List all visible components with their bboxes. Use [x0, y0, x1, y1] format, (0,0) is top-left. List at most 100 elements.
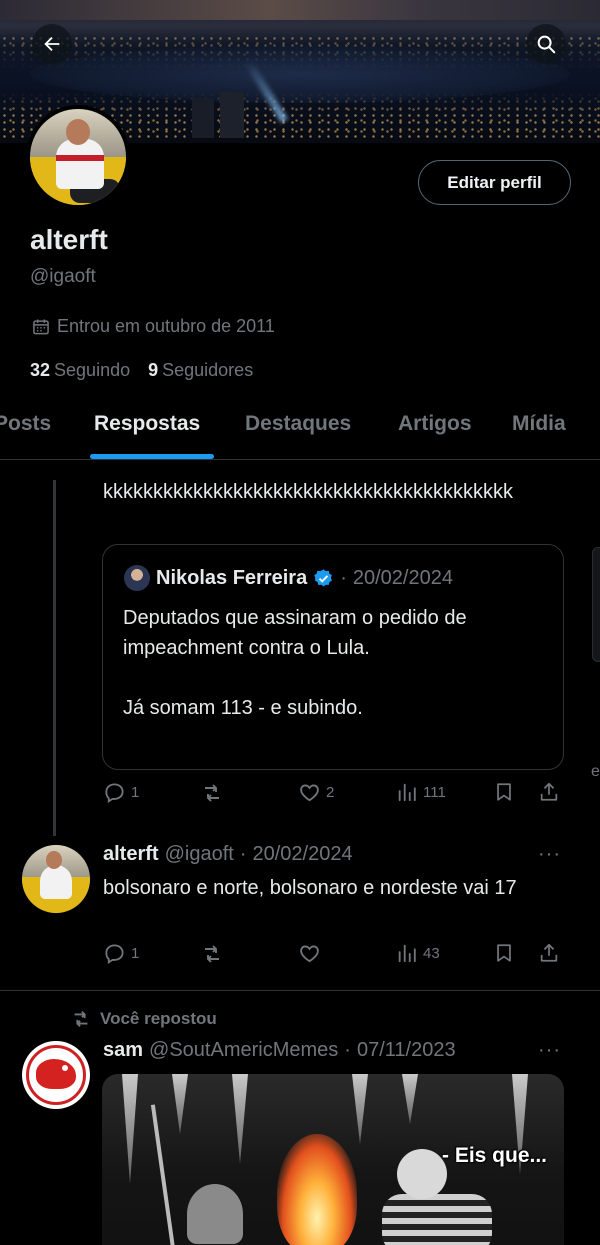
reply-count: 1 [131, 945, 140, 962]
avatar-dinosaur [36, 1059, 76, 1089]
tweet-date[interactable]: 07/11/2023 [357, 1039, 456, 1062]
like-button[interactable]: 2 [298, 781, 334, 804]
tweet-actions: 1 43 [103, 942, 563, 972]
share-button[interactable] [538, 942, 560, 964]
quoted-author-avatar [124, 565, 150, 591]
quoted-date: 20/02/2024 [352, 566, 453, 589]
views-count: 43 [423, 944, 440, 962]
media-knight [187, 1184, 243, 1244]
views-chart-icon [398, 944, 416, 963]
tab-destaques[interactable]: Destaques [245, 412, 351, 436]
repost-icon [74, 1011, 88, 1027]
tweet-separator: · [239, 843, 247, 865]
repost-icon [205, 784, 219, 802]
tweet-date[interactable]: 20/02/2024 [252, 843, 352, 866]
tweet-author-name[interactable]: sam [103, 1039, 143, 1062]
quoted-tweet-text: Deputados que assinaram o pedido de impe… [123, 603, 543, 753]
media-stalactite [172, 1074, 188, 1134]
adjacent-panel-text: e [591, 763, 600, 780]
edit-profile-button[interactable]: Editar perfil [418, 160, 571, 205]
following-link[interactable]: 32 Seguindo [30, 360, 130, 381]
repost-icon [205, 945, 219, 963]
share-icon [540, 782, 558, 801]
tab-artigos[interactable]: Artigos [398, 412, 472, 436]
more-options-icon[interactable]: ··· [538, 843, 561, 866]
follow-stats: 32 Seguindo 9 Seguidores [30, 360, 253, 381]
more-options-icon[interactable]: ··· [538, 1039, 561, 1062]
tweet-author-avatar[interactable] [22, 1041, 90, 1109]
bookmark-icon [497, 783, 511, 801]
adjacent-panel-edge [592, 547, 600, 662]
tab-midia[interactable]: Mídia [512, 412, 566, 436]
quoted-separator: · [340, 566, 347, 589]
share-icon [540, 943, 558, 962]
quoted-paragraph: Já somam 113 - e subindo. [123, 697, 363, 719]
media-caption: - Eis que... [442, 1144, 548, 1167]
following-label: Seguindo [54, 360, 131, 380]
repost-button[interactable] [200, 781, 229, 805]
profile-tabs: Posts Respostas Destaques Artigos Mídia [0, 400, 600, 460]
tweet-author-avatar[interactable] [22, 845, 90, 913]
avatar-shirt [56, 139, 104, 189]
followers-label: Seguidores [162, 360, 254, 380]
reply-button[interactable]: 1 [103, 942, 139, 965]
joined-date: Entrou em outubro de 2011 [31, 316, 275, 337]
media-stalactite [402, 1074, 418, 1124]
quoted-tweet[interactable]: Nikolas Ferreira · 20/02/2024 Deputados … [102, 544, 564, 770]
bookmark-icon [497, 944, 511, 962]
followers-count: 9 [148, 360, 159, 380]
bookmark-button[interactable] [493, 781, 515, 803]
media-fire [277, 1134, 357, 1245]
bookmark-button[interactable] [493, 942, 515, 964]
reply-icon [105, 944, 124, 964]
tab-posts[interactable]: Posts [0, 412, 51, 436]
thread-line [53, 480, 56, 836]
tweet-media-image[interactable]: - Eis que... [102, 1074, 564, 1245]
media-sword [150, 1104, 178, 1245]
avatar-shirt [40, 865, 72, 899]
tweet-header: sam @SoutAmericMemes · 07/11/2023 [103, 1039, 456, 1062]
tweet-text: bolsonaro e norte, bolsonaro e nordeste … [103, 877, 517, 899]
tab-respostas[interactable]: Respostas [94, 412, 200, 436]
tweet-header: alterft @igaoft · 20/02/2024 [103, 843, 353, 866]
reply-button[interactable]: 1 [103, 781, 139, 804]
quoted-author-name: Nikolas Ferreira [156, 566, 308, 589]
avatar-eye [62, 1065, 68, 1071]
avatar-head [46, 851, 62, 869]
views-button[interactable]: 111 [396, 781, 446, 803]
repost-button[interactable] [200, 942, 229, 966]
tweet-author-name[interactable]: alterft [103, 843, 159, 866]
tweet-divider [0, 990, 600, 991]
media-stalactite [352, 1074, 368, 1144]
views-count: 111 [423, 783, 446, 801]
verified-badge-icon [314, 568, 333, 586]
profile-handle: @igaoft [30, 266, 96, 287]
search-button[interactable] [526, 24, 566, 64]
heart-icon [300, 945, 319, 963]
profile-avatar[interactable] [26, 105, 130, 209]
tweet-author-handle[interactable]: @igaoft [165, 843, 234, 866]
media-skeleton-body [382, 1194, 492, 1245]
media-stalactite [122, 1074, 138, 1184]
views-button[interactable]: 43 [396, 942, 440, 964]
tweet-separator: · [344, 1039, 351, 1061]
share-button[interactable] [538, 781, 560, 803]
media-stalactite [232, 1074, 248, 1164]
quoted-paragraph: Deputados que assinaram o pedido de impe… [123, 607, 467, 659]
like-button[interactable] [298, 942, 326, 965]
joined-text: Entrou em outubro de 2011 [57, 316, 275, 336]
tweet-actions: 1 2 111 [103, 781, 563, 811]
followers-link[interactable]: 9 Seguidores [148, 360, 253, 381]
back-button[interactable] [32, 24, 72, 64]
like-count: 2 [326, 784, 335, 801]
heart-icon [300, 784, 319, 802]
tweet-text: kkkkkkkkkkkkkkkkkkkkkkkkkkkkkkkkkkkkkkkk… [103, 481, 513, 503]
search-icon [537, 35, 556, 54]
quoted-tweet-header: Nikolas Ferreira · 20/02/2024 [124, 565, 453, 591]
active-tab-indicator [90, 454, 214, 459]
reply-count: 1 [131, 784, 140, 801]
calendar-icon [33, 319, 49, 334]
display-name: alterft [30, 224, 108, 255]
avatar-head [66, 119, 90, 145]
tweet-author-handle[interactable]: @SoutAmericMemes [149, 1039, 338, 1062]
